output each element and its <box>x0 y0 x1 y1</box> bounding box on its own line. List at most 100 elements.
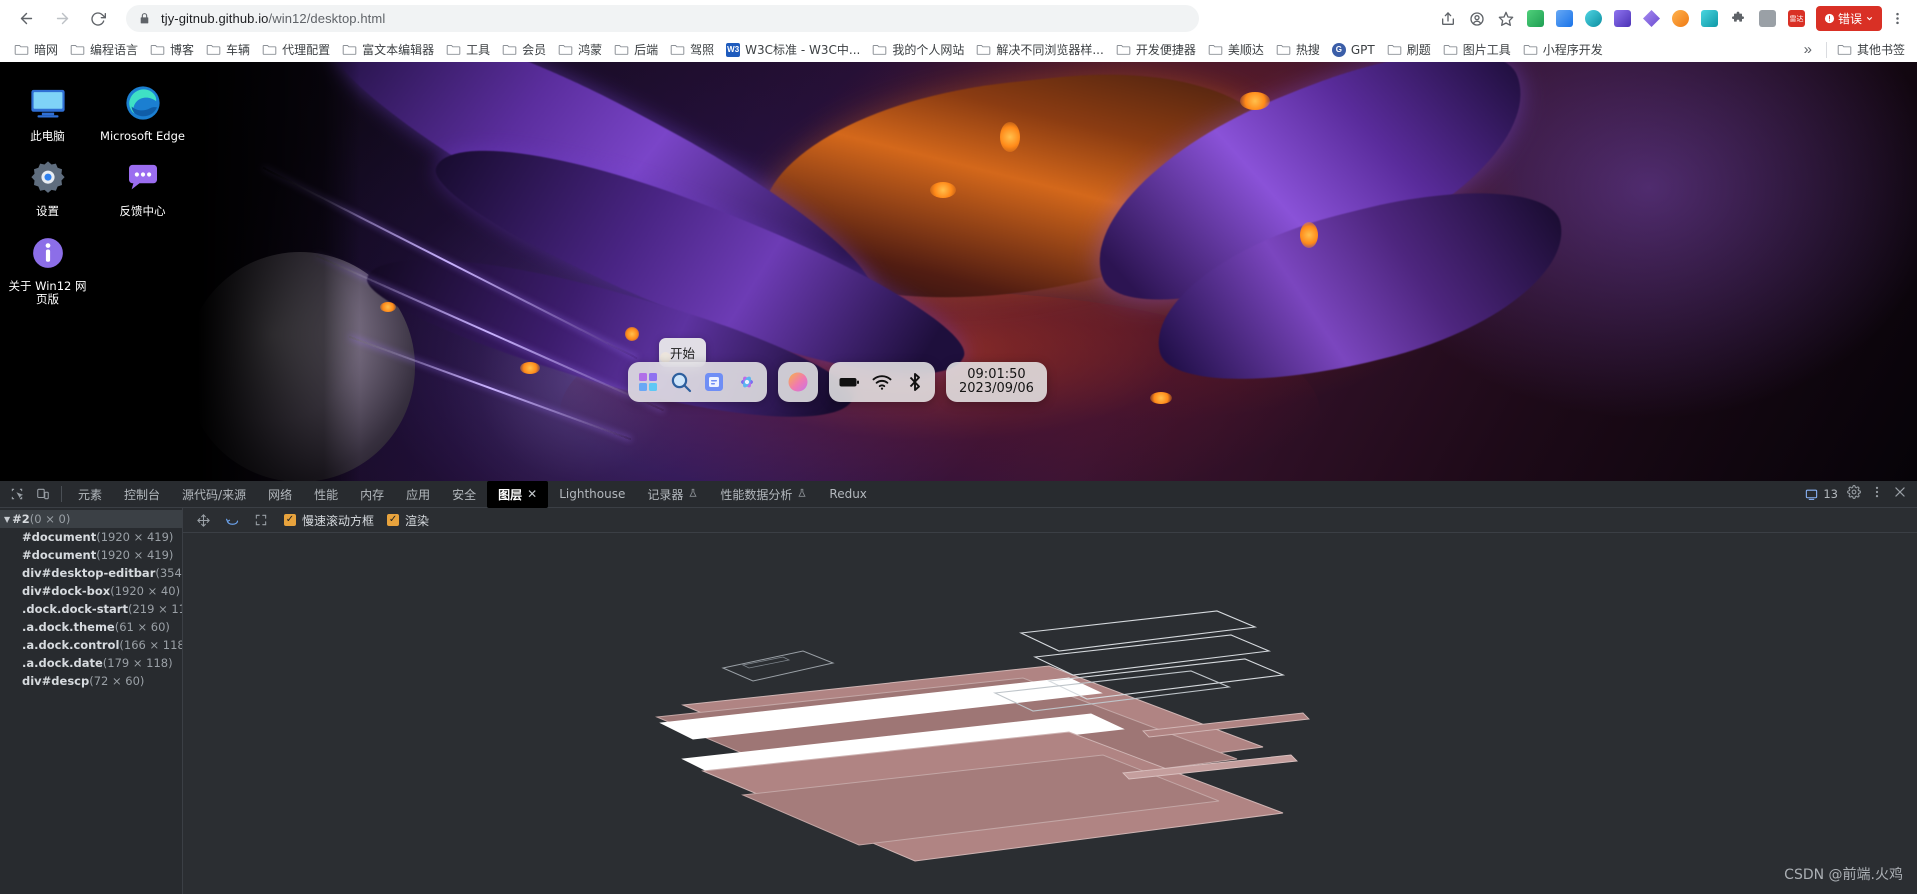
bookmarks-overflow-button[interactable]: » <box>1794 41 1822 58</box>
extension-icon-4[interactable] <box>1638 5 1665 32</box>
bookmark-item[interactable]: 小程序开发 <box>1517 39 1609 61</box>
inspect-element-icon[interactable] <box>4 481 30 507</box>
desktop-icon-this-pc[interactable]: 此电脑 <box>0 74 95 149</box>
layers-canvas[interactable]: CSDN @前端.火鸡 <box>183 533 1917 894</box>
file-explorer-icon[interactable] <box>702 370 726 394</box>
layer-tree-root[interactable]: ▼ #2 (0 × 0) <box>0 510 182 528</box>
bookmark-item[interactable]: 编程语言 <box>64 39 144 61</box>
error-badge[interactable]: 错误 <box>1815 6 1882 31</box>
wifi-icon[interactable] <box>870 370 894 394</box>
tab-recorder[interactable]: 记录器 <box>636 481 709 508</box>
address-bar[interactable]: tjy-gitnub.github.io/win12/desktop.html <box>126 5 1199 32</box>
bluetooth-icon[interactable] <box>903 370 927 394</box>
tab-performance-insights[interactable]: 性能数据分析 <box>709 481 818 508</box>
slow-scroll-rects-checkbox[interactable]: ✓ 慢速滚动方框 <box>284 512 374 529</box>
tab-security[interactable]: 安全 <box>441 481 487 508</box>
reload-button[interactable] <box>83 4 113 34</box>
tab-application[interactable]: 应用 <box>395 481 441 508</box>
bookmark-item[interactable]: 暗网 <box>8 39 64 61</box>
tab-elements[interactable]: 元素 <box>67 481 113 508</box>
bookmark-label: 刷题 <box>1406 43 1431 57</box>
gear-icon[interactable] <box>1847 485 1861 503</box>
layer-tree-row[interactable]: #document(1920 × 419) <box>0 528 182 546</box>
start-menu-icon[interactable] <box>636 370 660 394</box>
device-toolbar-icon[interactable] <box>30 481 56 507</box>
share-icon[interactable] <box>1435 5 1462 32</box>
tab-console[interactable]: 控制台 <box>113 481 171 508</box>
theme-icon[interactable] <box>786 370 810 394</box>
paints-checkbox[interactable]: ✓ 渲染 <box>387 512 429 529</box>
tab-label: 应用 <box>406 487 431 502</box>
extension-icon-0[interactable] <box>1522 5 1549 32</box>
tab-performance[interactable]: 性能 <box>303 481 349 508</box>
bookmark-item[interactable]: 会员 <box>496 39 552 61</box>
layers-3d-view[interactable]: ✓ 慢速滚动方框 ✓ 渲染 CSDN @前端.火鸡 <box>183 508 1917 894</box>
browser-menu-button[interactable] <box>1884 5 1911 32</box>
bookmark-item[interactable]: 刷题 <box>1381 39 1437 61</box>
forward-button[interactable] <box>47 4 77 34</box>
desktop-icon-about[interactable]: 关于 Win12 网页版 <box>0 224 95 312</box>
bookmark-item[interactable]: 驾照 <box>664 39 720 61</box>
layer-tree-row[interactable]: .a.dock.control(166 × 118) <box>0 636 182 654</box>
layers-tree-panel[interactable]: ▼ #2 (0 × 0) #document(1920 × 419) #docu… <box>0 508 183 894</box>
bookmark-item[interactable]: 车辆 <box>200 39 256 61</box>
issues-counter[interactable]: 13 <box>1805 487 1838 501</box>
layer-tree-row[interactable]: div#descp(72 × 60) <box>0 672 182 690</box>
tab-network[interactable]: 网络 <box>257 481 303 508</box>
other-bookmarks-button[interactable]: 其他书签 <box>1831 39 1911 61</box>
more-vertical-icon[interactable] <box>1870 485 1884 503</box>
photos-icon[interactable] <box>735 370 759 394</box>
layer-size: (219 × 118) <box>127 602 182 616</box>
bookmark-item[interactable]: 鸿蒙 <box>552 39 608 61</box>
close-devtools-icon[interactable] <box>1893 485 1907 503</box>
tab-memory[interactable]: 内存 <box>349 481 395 508</box>
back-button[interactable] <box>11 4 41 34</box>
bookmark-item-w3c[interactable]: W3 W3C标准 - W3C中... <box>720 39 866 61</box>
tab-layers[interactable]: 图层 ✕ <box>487 480 549 508</box>
extension-icon-1[interactable] <box>1551 5 1578 32</box>
layer-tree-row[interactable]: .dock.dock-start(219 × 118) <box>0 600 182 618</box>
profile-circle-icon[interactable] <box>1464 5 1491 32</box>
bookmark-item[interactable]: 我的个人网站 <box>866 39 970 61</box>
bookmark-item[interactable]: 富文本编辑器 <box>336 39 440 61</box>
bookmark-item[interactable]: 博客 <box>144 39 200 61</box>
bookmark-item-gpt[interactable]: G GPT <box>1326 39 1381 61</box>
bookmark-item[interactable]: 热搜 <box>1270 39 1326 61</box>
pan-mode-icon[interactable] <box>193 510 213 530</box>
reset-transform-icon[interactable] <box>251 510 271 530</box>
puzzle-icon[interactable] <box>1725 5 1752 32</box>
desktop-icon-feedback[interactable]: 反馈中心 <box>95 149 190 224</box>
desktop-icon-settings[interactable]: 设置 <box>0 149 95 224</box>
tab-sources[interactable]: 源代码/来源 <box>171 481 257 508</box>
chevron-down-icon[interactable]: ▼ <box>4 515 10 524</box>
layer-size: (179 × 118) <box>102 656 173 670</box>
layer-tree-row[interactable]: .a.dock.date(179 × 118) <box>0 654 182 672</box>
bookmark-item[interactable]: 代理配置 <box>256 39 336 61</box>
rotate-mode-icon[interactable] <box>222 510 242 530</box>
star-icon[interactable] <box>1493 5 1520 32</box>
battery-icon[interactable] <box>837 370 861 394</box>
tab-redux[interactable]: Redux <box>818 482 878 506</box>
extension-icon-5[interactable] <box>1667 5 1694 32</box>
bookmark-item[interactable]: 开发便捷器 <box>1110 39 1202 61</box>
extension-icon-2[interactable] <box>1580 5 1607 32</box>
close-icon[interactable]: ✕ <box>527 487 537 501</box>
bookmark-item[interactable]: 后端 <box>608 39 664 61</box>
bookmark-item[interactable]: 图片工具 <box>1437 39 1517 61</box>
tab-lighthouse[interactable]: Lighthouse <box>548 482 636 506</box>
search-icon[interactable] <box>669 370 693 394</box>
layer-tree-row[interactable]: .a.dock.theme(61 × 60) <box>0 618 182 636</box>
layer-tree-row[interactable]: #document(1920 × 419) <box>0 546 182 564</box>
layer-tree-row[interactable]: div#dock-box(1920 × 40) <box>0 582 182 600</box>
desktop-icon-edge[interactable]: Microsoft Edge <box>95 74 190 149</box>
bookmark-item[interactable]: 美顺达 <box>1202 39 1270 61</box>
extension-icon-grey[interactable] <box>1754 5 1781 32</box>
desktop-icon-label: Microsoft Edge <box>100 129 185 143</box>
bookmark-item[interactable]: 解决不同浏览器样... <box>970 39 1109 61</box>
dock-clock[interactable]: 09:01:50 2023/09/06 <box>946 362 1047 402</box>
extension-icon-6[interactable] <box>1696 5 1723 32</box>
bookmark-item[interactable]: 工具 <box>440 39 496 61</box>
layer-tree-row[interactable]: div#desktop-editbar(354 × 100) <box>0 564 182 582</box>
extension-icon-3[interactable] <box>1609 5 1636 32</box>
notice-badge-icon[interactable]: 雷达 <box>1783 5 1810 32</box>
